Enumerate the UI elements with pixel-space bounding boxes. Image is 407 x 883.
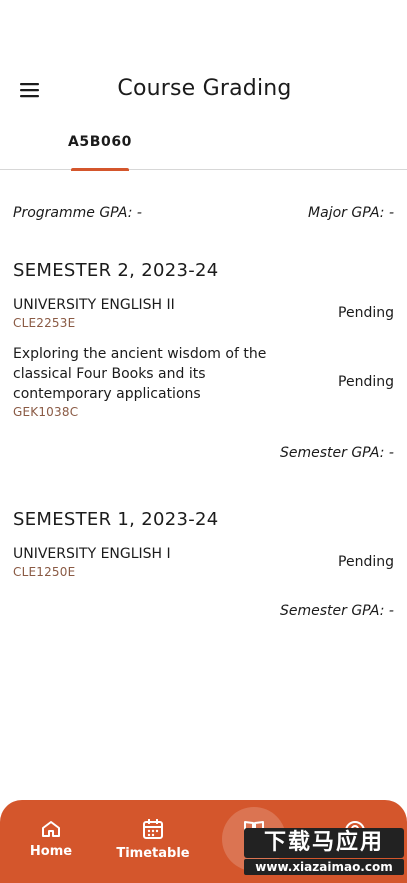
nav-label: Timetable xyxy=(116,846,190,861)
nav-home[interactable]: Home xyxy=(20,800,82,883)
tab-active-indicator xyxy=(71,168,129,171)
programme-gpa: Programme GPA: - xyxy=(13,205,142,221)
course-item[interactable]: UNIVERSITY ENGLISH II CLE2253E Pending xyxy=(13,295,394,330)
tab-label: A5B060 xyxy=(67,134,133,150)
course-code: CLE2253E xyxy=(13,316,76,330)
gpa-summary: Programme GPA: - Major GPA: - xyxy=(13,205,394,225)
watermark-url: www.xiazaimao.com xyxy=(244,859,404,875)
semester-title: SEMESTER 2, 2023-24 xyxy=(13,260,219,281)
page-title: Course Grading xyxy=(117,76,292,101)
course-code: CLE1250E xyxy=(13,565,76,579)
watermark-title: 下载马应用 xyxy=(244,828,404,858)
course-item[interactable]: UNIVERSITY ENGLISH I CLE1250E Pending xyxy=(13,544,394,579)
course-name: UNIVERSITY ENGLISH I xyxy=(13,546,171,562)
tab-a5b060[interactable]: A5B060 xyxy=(56,122,144,171)
nav-label: Home xyxy=(29,844,73,859)
course-status: Pending xyxy=(338,554,394,570)
home-icon xyxy=(42,821,60,837)
semester-gpa: Semester GPA: - xyxy=(279,445,394,461)
app-bar: Course Grading xyxy=(0,62,407,118)
course-item[interactable]: Exploring the ancient wisdom of the clas… xyxy=(13,344,394,419)
nav-timetable[interactable]: Timetable xyxy=(112,800,194,883)
course-status: Pending xyxy=(338,305,394,321)
course-status: Pending xyxy=(338,374,394,390)
course-name: Exploring the ancient wisdom of the clas… xyxy=(13,346,267,402)
watermark-logo: 下载马应用 www.xiazaimao.com xyxy=(244,828,404,878)
semester-gpa: Semester GPA: - xyxy=(279,603,394,619)
semester-title: SEMESTER 1, 2023-24 xyxy=(13,509,219,530)
calendar-icon xyxy=(143,819,163,839)
course-code: GEK1038C xyxy=(13,405,79,419)
major-gpa: Major GPA: - xyxy=(308,205,394,221)
course-name: UNIVERSITY ENGLISH II xyxy=(13,297,175,313)
tab-bar: A5B060 xyxy=(0,122,407,171)
